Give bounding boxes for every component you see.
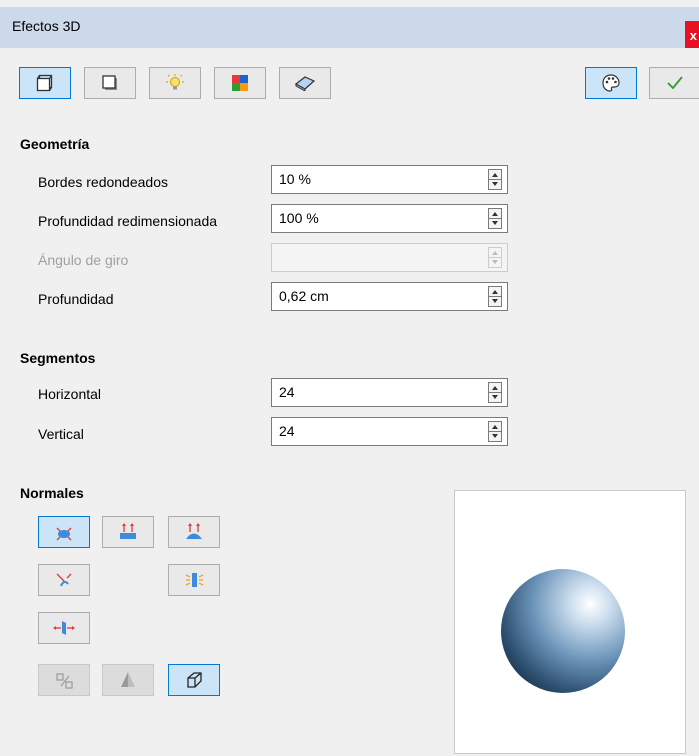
shading-icon xyxy=(102,75,117,90)
convert-to-lathe-button xyxy=(102,664,154,696)
depth-field[interactable]: 0,62 cm xyxy=(271,282,508,311)
scaled-depth-field[interactable]: 100 % xyxy=(271,204,508,233)
scaled-depth-value: 100 % xyxy=(279,210,319,226)
flat-normals-icon xyxy=(120,523,136,539)
double-sided-button[interactable] xyxy=(38,612,90,644)
shading-button[interactable] xyxy=(84,67,136,99)
rounded-edges-label: Bordes redondeados xyxy=(38,174,168,190)
geometry-icon xyxy=(36,74,53,92)
spherical-normals-icon xyxy=(186,523,202,539)
horizontal-value: 24 xyxy=(279,384,295,400)
perspective-button[interactable] xyxy=(168,664,220,696)
assign-button[interactable] xyxy=(585,67,637,99)
sphere xyxy=(501,569,625,693)
title-bar: Efectos 3D x xyxy=(0,7,699,51)
vertical-value: 24 xyxy=(279,423,295,439)
convert-to-3d-button xyxy=(38,664,90,696)
window-title: Efectos 3D xyxy=(12,18,81,34)
spin-arrows-icon xyxy=(488,247,502,268)
horizontal-label: Horizontal xyxy=(38,386,102,402)
segments-heading: Segmentos xyxy=(20,350,96,366)
scaled-depth-label: Profundidad redimensionada xyxy=(38,213,218,229)
textures-button[interactable] xyxy=(214,67,266,99)
object-specific-normals-icon xyxy=(56,527,72,541)
double-sided-icon xyxy=(53,621,75,635)
preview-area xyxy=(454,490,686,754)
palette-icon xyxy=(602,74,620,92)
spin-arrows-icon[interactable] xyxy=(488,421,502,442)
geometry-button[interactable] xyxy=(19,67,71,99)
spherical-normals-button[interactable] xyxy=(168,516,220,548)
rotation-angle-label: Ángulo de giro xyxy=(38,252,129,268)
vertical-segments-field[interactable]: 24 xyxy=(271,417,508,446)
convert-to-3d-icon xyxy=(56,673,73,689)
textures-icon xyxy=(232,75,248,91)
apply-button[interactable] xyxy=(649,67,699,99)
vertical-label: Vertical xyxy=(38,426,84,442)
perspective-icon xyxy=(187,672,202,688)
convert-to-lathe-icon xyxy=(121,672,135,687)
depth-value: 0,62 cm xyxy=(279,288,329,304)
spin-arrows-icon[interactable] xyxy=(488,208,502,229)
illumination-icon xyxy=(166,74,184,90)
double-sided-illumination-button[interactable] xyxy=(168,564,220,596)
normals-heading: Normales xyxy=(20,485,84,501)
rounded-edges-field[interactable]: 10 % xyxy=(271,165,508,194)
checkmark-icon xyxy=(666,76,683,90)
material-button[interactable] xyxy=(279,67,331,99)
horizontal-segments-field[interactable]: 24 xyxy=(271,378,508,407)
double-sided-illumination-icon xyxy=(185,573,204,587)
depth-label: Profundidad xyxy=(38,291,114,307)
invert-normals-icon xyxy=(56,573,72,587)
invert-normals-button[interactable] xyxy=(38,564,90,596)
flat-normals-button[interactable] xyxy=(102,516,154,548)
object-specific-normals-button[interactable] xyxy=(38,516,90,548)
rounded-edges-value: 10 % xyxy=(279,171,311,187)
sphere-preview xyxy=(501,569,625,693)
close-button[interactable]: x xyxy=(685,21,699,51)
spin-arrows-icon[interactable] xyxy=(488,286,502,307)
material-icon xyxy=(294,76,316,91)
spin-arrows-icon[interactable] xyxy=(488,169,502,190)
geometry-heading: Geometría xyxy=(20,136,90,152)
spin-arrows-icon[interactable] xyxy=(488,382,502,403)
illumination-button[interactable] xyxy=(149,67,201,99)
dialog-content: Geometría Bordes redondeados 10 % Profun… xyxy=(0,48,699,754)
rotation-angle-field xyxy=(271,243,508,272)
